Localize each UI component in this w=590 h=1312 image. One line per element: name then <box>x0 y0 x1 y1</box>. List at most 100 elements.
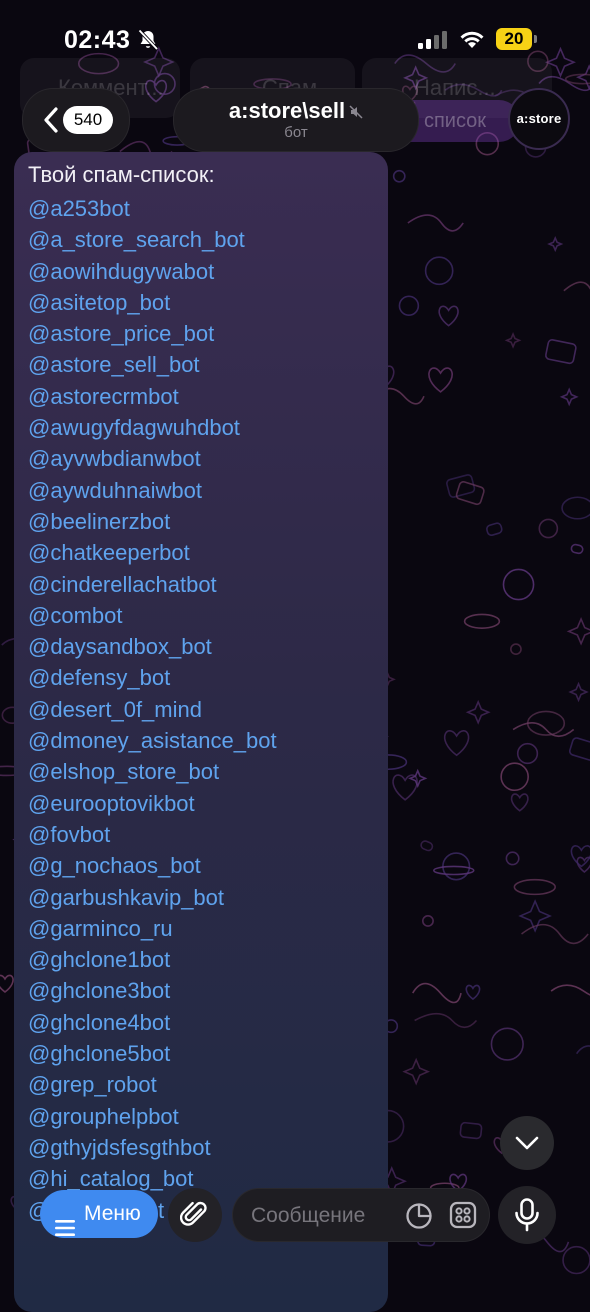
wallpaper-doodle <box>446 474 476 498</box>
message-bubble: Твой спам-список: @a253bot @a_store_searc… <box>14 152 388 1312</box>
wallpaper-doodle <box>444 730 470 757</box>
chat-title: a:store\sell <box>228 98 346 123</box>
cellular-signal-icon <box>418 30 448 55</box>
bot-username-link[interactable]: @dmoney_asistance_bot <box>28 725 277 756</box>
bot-username-link[interactable]: @a253bot <box>28 193 277 224</box>
bot-username-link[interactable]: @grep_robot <box>28 1069 277 1100</box>
bot-username-link[interactable]: @ghclone1bot <box>28 944 277 975</box>
bot-username-link[interactable]: @astore_price_bot <box>28 318 277 349</box>
bot-username-link[interactable]: @aywduhnaiwbot <box>28 475 277 506</box>
wallpaper-doodle <box>420 840 434 852</box>
bot-username-link[interactable]: @a_store_search_bot <box>28 224 277 255</box>
hamburger-icon <box>55 1206 75 1254</box>
wallpaper-doodle <box>563 281 590 292</box>
wallpaper-doodle <box>0 974 14 994</box>
battery-tip <box>534 35 537 43</box>
chat-avatar[interactable]: a:store <box>508 88 570 150</box>
bot-username-link[interactable]: @ghclone4bot <box>28 1007 277 1038</box>
bot-username-link[interactable]: @combot <box>28 600 277 631</box>
wallpaper-doodle <box>510 643 522 656</box>
message-heading: Твой спам-список: <box>28 162 215 187</box>
wallpaper-doodle <box>538 518 559 539</box>
wallpaper-doodle <box>392 774 418 801</box>
wallpaper-doodle <box>490 1027 524 1061</box>
paperclip-icon <box>180 1201 207 1226</box>
wallpaper-doodle <box>516 742 539 765</box>
wallpaper-doodle <box>463 613 501 629</box>
wallpaper-doodle <box>438 305 459 327</box>
wallpaper-doodle <box>561 496 590 520</box>
wallpaper-doodle <box>486 522 503 537</box>
wallpaper-doodle <box>428 367 453 393</box>
sticker-icon[interactable] <box>405 1202 433 1235</box>
bot-username-link[interactable]: @daysandbox_bot <box>28 631 277 662</box>
wallpaper-doodle <box>505 851 520 866</box>
wallpaper-doodle <box>433 865 475 876</box>
wallpaper-doodle <box>392 169 406 183</box>
wallpaper-doodle <box>513 878 556 896</box>
bot-username-link[interactable]: @eurooptovikbot <box>28 788 277 819</box>
message-input-box[interactable] <box>232 1188 490 1242</box>
bot-username-link[interactable]: @desert_0f_mind <box>28 694 277 725</box>
bot-username-link[interactable]: @aowihdugywabot <box>28 256 277 287</box>
chat-title-row: a:store\sell <box>174 98 418 125</box>
scroll-to-bottom-button[interactable] <box>500 1116 554 1170</box>
bot-username-link[interactable]: @garminco_ru <box>28 913 277 944</box>
chat-subtitle: бот <box>284 124 308 141</box>
wallpaper-doodle <box>568 737 590 761</box>
bot-username-link[interactable]: @beelinerzbot <box>28 506 277 537</box>
voice-message-button[interactable] <box>498 1186 556 1244</box>
wallpaper-doodle <box>547 235 564 253</box>
wallpaper-doodle <box>459 1121 483 1140</box>
bot-username-link[interactable]: @chatkeeperbot <box>28 537 277 568</box>
wallpaper-doodle <box>398 295 420 316</box>
avatar-logo-text: a:store <box>516 111 562 126</box>
bot-username-link[interactable]: @ghclone3bot <box>28 975 277 1006</box>
wallpaper-doodle <box>521 923 589 945</box>
wallpaper-doodle <box>412 982 462 1004</box>
chevron-left-icon <box>43 107 59 138</box>
wallpaper-doodle <box>504 332 522 349</box>
bot-username-link[interactable]: @grouphelpbot <box>28 1101 277 1132</box>
wallpaper-doodle <box>422 915 434 927</box>
wallpaper-doodle <box>465 984 481 1001</box>
wallpaper-doodle <box>407 214 464 232</box>
wallpaper-doodle <box>566 616 590 646</box>
chevron-down-icon <box>515 1136 539 1150</box>
wallpaper-doodle <box>402 1057 431 1086</box>
bot-username-link[interactable]: @ghclone5bot <box>28 1038 277 1069</box>
bot-username-link[interactable]: @gthyjdsfesgthbot <box>28 1132 277 1163</box>
bot-username-link[interactable]: @defensy_bot <box>28 662 277 693</box>
wallpaper-doodle <box>465 699 491 725</box>
message-input[interactable] <box>249 1199 403 1233</box>
bot-username-link[interactable]: @cinderellachatbot <box>28 569 277 600</box>
wallpaper-doodle <box>575 1045 590 1055</box>
wallpaper-doodle <box>424 256 454 286</box>
wallpaper-doodle <box>562 1245 590 1275</box>
bot-username-link[interactable]: @awugyfdagwuhdbot <box>28 412 277 443</box>
unread-count-badge: 540 <box>63 106 113 134</box>
wallpaper-doodle <box>414 1012 478 1029</box>
wallpaper-doodle <box>502 568 535 601</box>
chat-header-title[interactable]: a:store\sell бот <box>173 88 419 152</box>
bot-username-link[interactable]: @garbushkavip_bot <box>28 882 277 913</box>
bot-username-link[interactable]: @g_nochaos_bot <box>28 850 277 881</box>
bot-menu-button[interactable]: Меню <box>40 1190 158 1238</box>
bot-username-link[interactable]: @asitetop_bot <box>28 287 277 318</box>
emoji-grid-icon[interactable] <box>449 1201 477 1234</box>
wallpaper-doodle <box>559 387 579 407</box>
bot-username-link[interactable]: @elshop_store_bot <box>28 756 277 787</box>
bot-username-link[interactable]: @ayvwbdianwbot <box>28 443 277 474</box>
battery-level: 20 <box>496 28 532 50</box>
bot-username-link[interactable]: @fovbot <box>28 819 277 850</box>
wallpaper-doodle <box>545 339 577 365</box>
wallpaper-doodle <box>570 845 590 868</box>
back-button[interactable]: 540 <box>22 88 130 152</box>
bot-username-link[interactable]: @astorecrmbot <box>28 381 277 412</box>
microphone-icon <box>515 1198 539 1232</box>
attach-button[interactable] <box>168 1188 222 1242</box>
bell-slash-icon <box>136 28 160 57</box>
wallpaper-doodle <box>568 681 589 703</box>
bot-username-link[interactable]: @astore_sell_bot <box>28 349 277 380</box>
status-bar: 02:43 20 <box>0 0 590 80</box>
